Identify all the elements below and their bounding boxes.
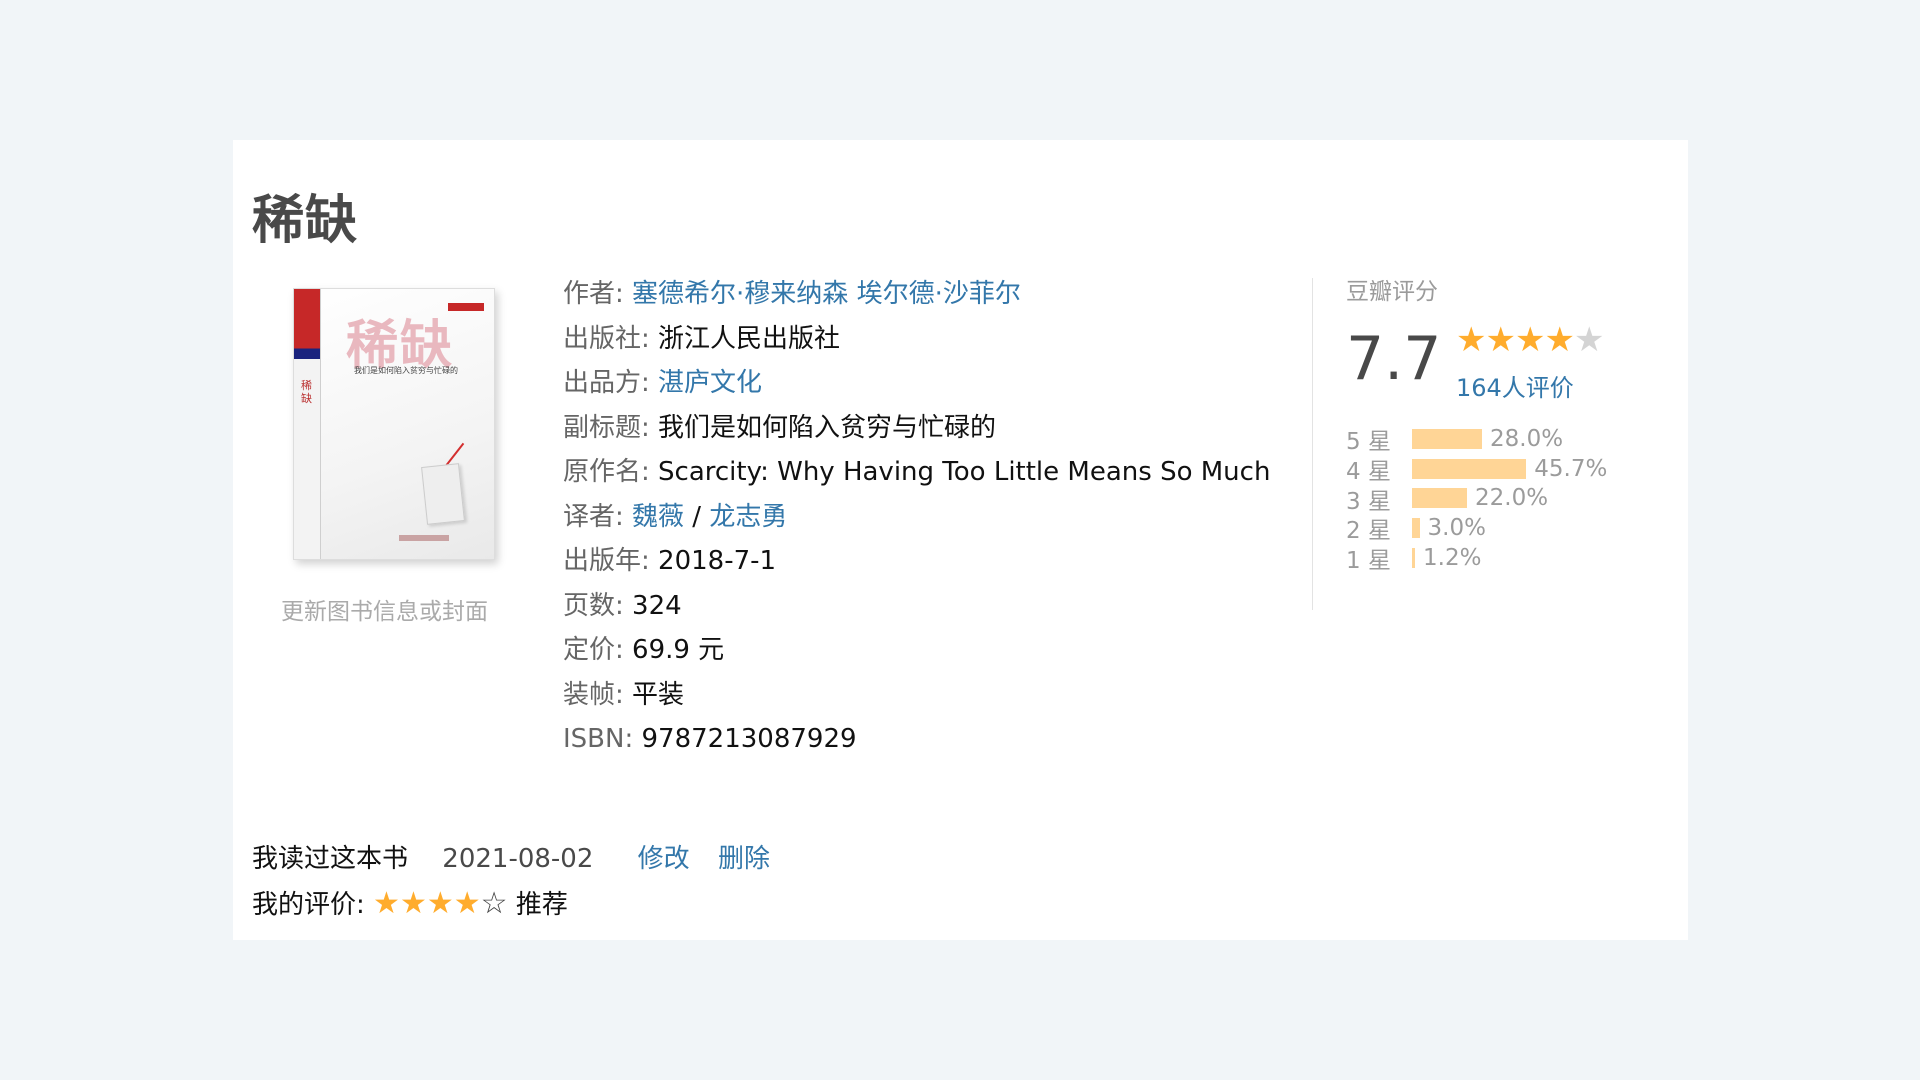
pubdate-value: 2018-7-1 [658,546,777,576]
subtitle-value: 我们是如何陷入贫穷与忙碌的 [658,412,997,443]
rating-dist-bar [1412,548,1415,569]
rating-dist-row: 2 星 3.0% [1346,513,1607,544]
pages-value: 324 [632,590,682,621]
binding-label: 装帧: [563,679,624,710]
reading-status: 我读过这本书 [252,844,409,874]
rating-dist-row: 4 星 45.7% [1346,454,1608,485]
star-filled-icon: ★ [1456,320,1487,360]
rating-dist-percent: 1.2% [1423,545,1482,572]
book-card: 稀缺 稀缺 稀缺 我们是如何陷入贫穷与忙碌的 更新图书信息或封面 作者: 塞德希… [233,140,1688,940]
star-filled-icon: ★ [1485,320,1516,360]
rating-distribution: 5 星 28.0% 4 星 45.7% 3 星 22.0% 2 星 3.0% 1 星 1.2% [1346,424,1608,575]
my-reading-status-row: 我读过这本书 2021-08-02 修改 删除 [252,837,770,882]
rating-dist-bar [1412,428,1482,449]
book-title: 稀缺 [252,191,359,251]
subtitle-label: 副标题: [563,412,650,443]
my-rating-stars: ★★★★☆ [373,886,508,921]
rating-votes-link[interactable]: 164人评价 [1456,368,1574,403]
publisher-value: 浙江人民出版社 [658,323,841,354]
cover-small-book [421,463,465,525]
pages-label: 页数: [563,590,624,621]
producer-link[interactable]: 湛庐文化 [658,368,762,398]
book-cover[interactable]: 稀缺 稀缺 我们是如何陷入贫穷与忙碌的 [293,288,495,560]
star-empty-icon: ★ [1573,320,1605,360]
translator-link-2[interactable]: 龙志勇 [709,502,787,532]
info-translator: 译者: 魏薇 / 龙志勇 [563,495,1270,540]
price-label: 定价: [563,635,624,665]
info-publisher: 出版社: 浙江人民出版社 [563,317,1270,362]
rating-dist-percent: 3.0% [1427,515,1486,542]
my-rating-text: 推荐 [515,889,568,920]
author-label: 作者: [563,279,624,309]
rating-score: 7.7 [1346,324,1442,394]
star-filled-icon: ★ [1514,320,1546,360]
cover-spine [294,289,321,559]
info-price: 定价: 69.9 元 [563,628,1270,673]
my-star-filled-icon[interactable]: ★ [427,886,454,921]
info-binding: 装帧: 平装 [563,673,1270,718]
info-pages: 页数: 324 [563,584,1270,629]
rating-dist-bar [1412,488,1467,509]
rating-dist-level: 1 星 [1346,548,1391,575]
original-title-value: Scarcity: Why Having Too Little Means So… [658,457,1271,487]
rating-dist-percent: 45.7% [1534,455,1608,482]
update-book-info-link[interactable]: 更新图书信息或封面 [281,592,488,626]
info-pubdate: 出版年: 2018-7-1 [563,539,1270,584]
info-subtitle: 副标题: 我们是如何陷入贫穷与忙碌的 [563,406,1270,451]
rating-dist-row: 3 星 22.0% [1346,484,1607,514]
rating-dist-row: 5 星 28.0% [1346,424,1607,455]
star-filled-icon: ★ [1544,320,1575,360]
rating-stars: ★★★★★ [1456,320,1605,360]
my-star-filled-icon[interactable]: ★ [454,886,481,921]
delete-link[interactable]: 删除 [718,844,770,874]
rating-dist-row: 1 星 1.2% [1346,543,1607,575]
my-star-empty-icon[interactable]: ☆ [481,886,508,921]
my-star-filled-icon[interactable]: ★ [373,886,400,921]
my-rating-row: 我的评价: ★★★★☆ 推荐 [252,882,770,927]
author-link-2[interactable]: 埃尔德·沙菲尔 [857,279,1021,309]
translator-link-1[interactable]: 魏薇 [632,502,684,532]
edit-link[interactable]: 修改 [638,844,690,874]
cover-spine-title: 稀缺 [301,379,312,405]
book-info: 作者: 塞德希尔·穆来纳森 埃尔德·沙菲尔 出版社: 浙江人民出版社 出品方: … [563,272,1270,762]
my-reading: 我读过这本书 2021-08-02 修改 删除 我的评价: ★★★★☆ 推荐 [252,837,770,926]
isbn-value: 9787213087929 [641,724,857,754]
binding-value: 平装 [632,679,685,710]
rating-divider [1312,278,1313,610]
publisher-label: 出版社: [563,323,650,354]
rating-dist-bar [1412,458,1527,479]
rating-dist-percent: 22.0% [1475,485,1549,512]
info-isbn: ISBN: 9787213087929 [563,717,1270,762]
info-producer: 出品方: 湛庐文化 [563,361,1270,406]
info-author: 作者: 塞德希尔·穆来纳森 埃尔德·沙菲尔 [563,272,1270,317]
reading-date: 2021-08-02 [442,844,594,874]
douban-rating: 豆瓣评分 7.7 ★★★★★ 164人评价 5 星 28.0% 4 星 45.7% 3 … [1346,272,1676,574]
cover-image: 稀缺 稀缺 我们是如何陷入贫穷与忙碌的 [293,288,495,560]
cover-subtitle: 我们是如何陷入贫穷与忙碌的 [354,366,458,375]
my-rating-label: 我的评价: [252,889,365,920]
pubdate-label: 出版年: [563,546,650,576]
my-star-filled-icon[interactable]: ★ [400,886,427,921]
rating-dist-bar [1412,518,1420,539]
rating-label: 豆瓣评分 [1346,279,1438,305]
translator-label: 译者: [563,501,624,532]
producer-label: 出品方: [563,368,650,398]
isbn-label: ISBN: [563,724,634,754]
rating-dist-percent: 28.0% [1490,425,1564,452]
translator-separator: / [684,501,710,532]
info-original-title: 原作名: Scarcity: Why Having Too Little Mea… [563,450,1270,495]
author-link-1[interactable]: 塞德希尔·穆来纳森 [632,279,848,309]
original-title-label: 原作名: [563,457,650,487]
cover-publisher-mark [399,535,449,541]
price-value: 69.9 元 [632,635,725,665]
